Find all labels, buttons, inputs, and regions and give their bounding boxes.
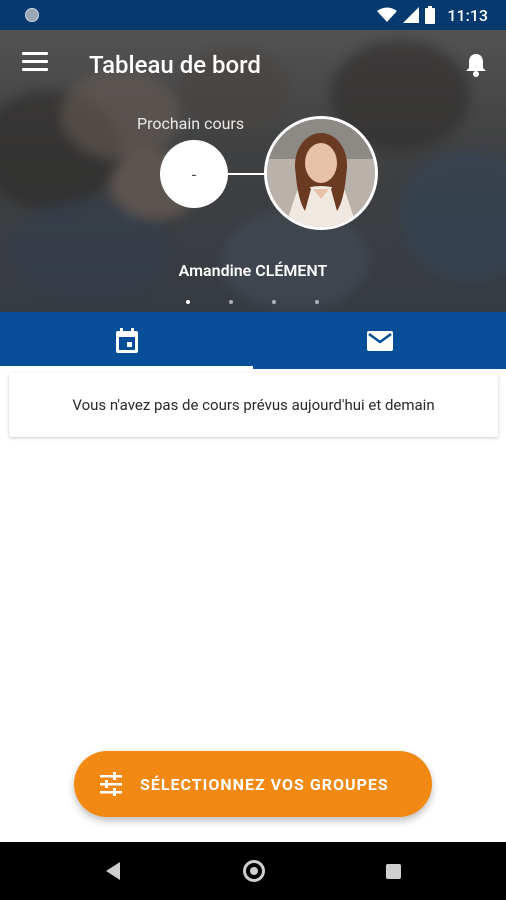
recent-apps-icon[interactable] bbox=[386, 864, 401, 879]
empty-schedule-message: Vous n'avez pas de cours prévus aujourd'… bbox=[72, 396, 435, 414]
tab-bar bbox=[0, 312, 506, 369]
back-icon[interactable] bbox=[106, 862, 120, 880]
teacher-portrait bbox=[267, 119, 375, 227]
teacher-avatar[interactable] bbox=[264, 116, 378, 230]
tab-schedule[interactable] bbox=[0, 312, 253, 369]
next-course-value: - bbox=[191, 164, 197, 184]
select-groups-button[interactable]: SÉLECTIONNEZ VOS GROUPES bbox=[74, 751, 432, 817]
notifications-bell-icon[interactable] bbox=[464, 52, 488, 78]
notification-dot-icon bbox=[25, 8, 39, 22]
home-icon[interactable] bbox=[243, 860, 265, 882]
select-groups-label: SÉLECTIONNEZ VOS GROUPES bbox=[140, 774, 389, 794]
pager-dot[interactable] bbox=[186, 300, 190, 304]
battery-icon bbox=[425, 6, 436, 24]
pager-dot[interactable] bbox=[315, 300, 319, 304]
clock: 11:13 bbox=[447, 5, 488, 25]
teacher-name: Amandine CLÉMENT bbox=[178, 261, 328, 280]
page-title: Tableau de bord bbox=[89, 51, 261, 79]
signal-icon bbox=[403, 7, 420, 23]
status-bar: 11:13 bbox=[0, 0, 506, 30]
system-nav-bar bbox=[0, 842, 506, 900]
next-course-circle[interactable]: - bbox=[160, 140, 228, 208]
pager-dot[interactable] bbox=[229, 300, 233, 304]
tune-icon bbox=[100, 772, 122, 796]
carousel-pager bbox=[186, 300, 319, 304]
calendar-icon bbox=[115, 327, 138, 353]
status-icons: 11:13 bbox=[377, 4, 488, 26]
tab-messages[interactable] bbox=[253, 312, 506, 369]
next-course-label: Prochain cours bbox=[137, 114, 245, 133]
menu-button[interactable] bbox=[22, 52, 48, 74]
dashboard-header: Tableau de bord Prochain cours - Amandin… bbox=[0, 30, 506, 312]
mail-icon bbox=[366, 330, 393, 351]
wifi-icon bbox=[377, 7, 398, 22]
empty-schedule-card: Vous n'avez pas de cours prévus aujourd'… bbox=[9, 373, 498, 437]
connector-line bbox=[228, 173, 266, 175]
pager-dot[interactable] bbox=[272, 300, 276, 304]
